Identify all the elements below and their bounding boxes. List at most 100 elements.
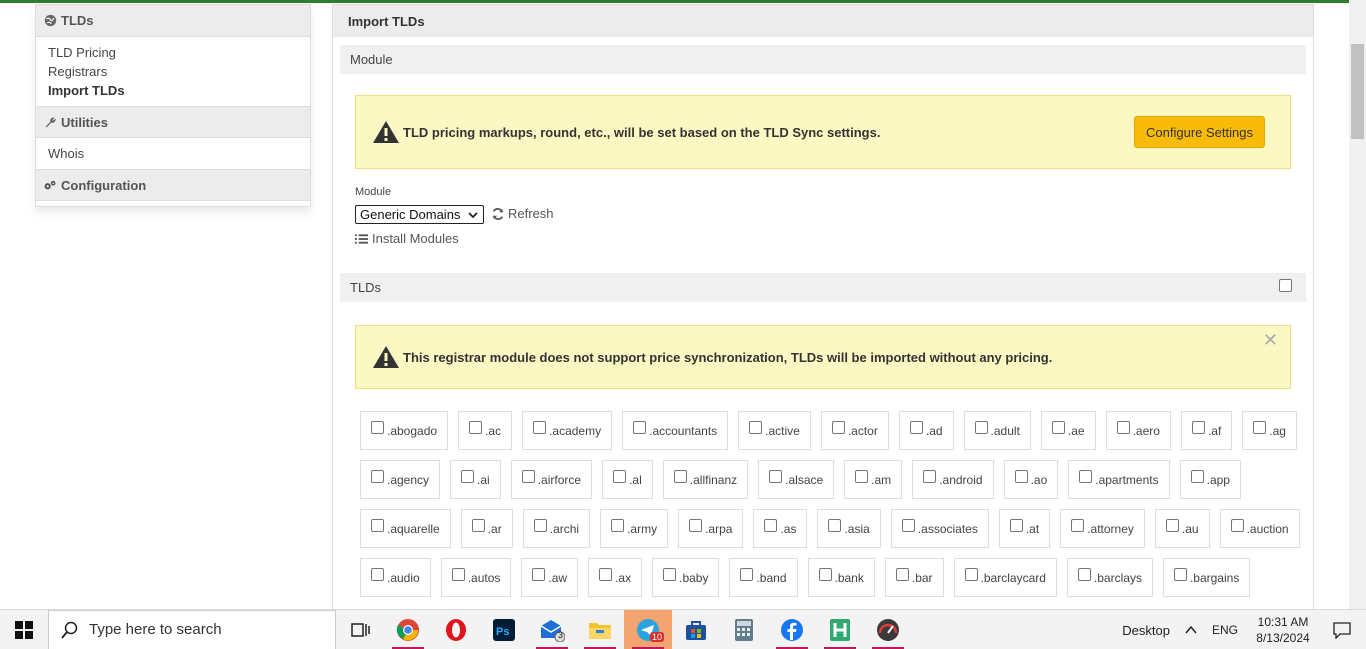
tld-option[interactable]: .ai	[450, 460, 501, 499]
configure-settings-button[interactable]: Configure Settings	[1134, 116, 1265, 148]
tld-checkbox[interactable]	[689, 519, 703, 532]
tld-checkbox[interactable]	[663, 568, 677, 581]
tld-checkbox[interactable]	[855, 470, 869, 483]
tld-checkbox[interactable]	[633, 421, 647, 434]
tld-option[interactable]: .baby	[652, 558, 720, 597]
tld-option[interactable]: .ar	[460, 509, 513, 548]
sidebar-item-tld-pricing[interactable]: TLD Pricing	[48, 43, 298, 62]
tld-option[interactable]: .asia	[817, 509, 881, 548]
tld-option[interactable]: .android	[912, 460, 994, 499]
tld-checkbox[interactable]	[1165, 519, 1179, 532]
scrollbar-thumb[interactable]	[1351, 44, 1364, 139]
tld-checkbox[interactable]	[769, 470, 783, 483]
sidebar-section-configuration[interactable]: Configuration	[36, 169, 310, 201]
tld-option[interactable]: .attorney	[1060, 509, 1145, 548]
tld-checkbox[interactable]	[533, 421, 547, 434]
tld-checkbox[interactable]	[901, 519, 915, 532]
tld-option[interactable]: .archi	[522, 509, 591, 548]
tld-checkbox[interactable]	[1051, 421, 1065, 434]
tld-checkbox[interactable]	[749, 421, 763, 434]
tld-option[interactable]: .abogado	[360, 411, 449, 450]
tld-option[interactable]: .ag	[1242, 411, 1297, 450]
tld-checkbox[interactable]	[371, 470, 384, 483]
chevron-up-icon[interactable]	[1184, 623, 1198, 637]
tld-checkbox[interactable]	[533, 519, 547, 532]
tld-option[interactable]: .army	[600, 509, 669, 548]
tld-checkbox[interactable]	[371, 568, 384, 581]
tld-checkbox[interactable]	[461, 470, 475, 483]
tld-option[interactable]: .apartments	[1068, 460, 1170, 499]
chrome-icon[interactable]	[384, 610, 432, 649]
tld-option[interactable]: .alsace	[758, 460, 835, 499]
module-select[interactable]: Generic Domains	[355, 205, 484, 224]
store-icon[interactable]	[672, 610, 720, 649]
tld-option[interactable]: .adult	[963, 411, 1031, 450]
close-icon[interactable]: ✕	[1263, 330, 1278, 351]
tld-checkbox[interactable]	[1079, 470, 1093, 483]
tld-option[interactable]: .barclays	[1066, 558, 1153, 597]
refresh-button[interactable]: Refresh	[491, 206, 554, 221]
tld-option[interactable]: .al	[602, 460, 653, 499]
tld-option[interactable]: .autos	[440, 558, 512, 597]
select-all-tlds-checkbox[interactable]	[1279, 279, 1292, 292]
mail-icon[interactable]: 3	[528, 610, 576, 649]
tld-option[interactable]: .bank	[807, 558, 875, 597]
install-modules-link[interactable]: Install Modules	[355, 231, 459, 246]
calculator-icon[interactable]	[720, 610, 768, 649]
sidebar-item-registrars[interactable]: Registrars	[48, 62, 298, 81]
tld-checkbox[interactable]	[599, 568, 613, 581]
tld-checkbox[interactable]	[764, 519, 778, 532]
tld-checkbox[interactable]	[1071, 519, 1085, 532]
tld-checkbox[interactable]	[1190, 470, 1204, 483]
tld-option[interactable]: .accountants	[622, 411, 729, 450]
tld-option[interactable]: .associates	[890, 509, 989, 548]
tld-option[interactable]: .au	[1154, 509, 1210, 548]
tld-checkbox[interactable]	[613, 470, 627, 483]
tld-checkbox[interactable]	[673, 470, 687, 483]
tld-checkbox[interactable]	[471, 519, 485, 532]
tld-option[interactable]: .agency	[360, 460, 441, 499]
tld-option[interactable]: .active	[738, 411, 811, 450]
tld-option[interactable]: .ac	[458, 411, 513, 450]
tld-option[interactable]: .band	[729, 558, 798, 597]
task-view-button[interactable]	[336, 610, 384, 649]
tld-checkbox[interactable]	[1253, 421, 1267, 434]
desktop-label[interactable]: Desktop	[1122, 623, 1170, 638]
tld-checkbox[interactable]	[964, 568, 978, 581]
tld-checkbox[interactable]	[532, 568, 546, 581]
tld-option[interactable]: .ax	[588, 558, 643, 597]
tld-option[interactable]: .bar	[884, 558, 944, 597]
tld-option[interactable]: .ao	[1003, 460, 1059, 499]
tld-checkbox[interactable]	[1116, 421, 1130, 434]
tld-checkbox[interactable]	[818, 568, 832, 581]
tld-option[interactable]: .app	[1179, 460, 1241, 499]
tld-checkbox[interactable]	[521, 470, 535, 483]
tld-checkbox[interactable]	[740, 568, 754, 581]
taskbar-clock[interactable]: 10:31 AM 8/13/2024	[1248, 614, 1318, 646]
tld-checkbox[interactable]	[923, 470, 937, 483]
tld-checkbox[interactable]	[1009, 519, 1023, 532]
tld-option[interactable]: .am	[844, 460, 903, 499]
tld-option[interactable]: .af	[1180, 411, 1233, 450]
taskbar-search[interactable]: Type here to search	[48, 609, 336, 649]
tld-option[interactable]: .allfinanz	[662, 460, 749, 499]
tld-checkbox[interactable]	[974, 421, 988, 434]
opera-icon[interactable]	[432, 610, 480, 649]
sidebar-item-whois[interactable]: Whois	[48, 144, 298, 163]
tld-checkbox[interactable]	[828, 519, 842, 532]
tld-checkbox[interactable]	[469, 421, 483, 434]
telegram-icon[interactable]: 10	[624, 609, 672, 649]
sidebar-section-tlds[interactable]: TLDs	[36, 5, 310, 37]
photoshop-icon[interactable]: Ps	[480, 610, 528, 649]
tld-checkbox[interactable]	[1173, 568, 1187, 581]
tld-option[interactable]: .barclaycard	[953, 558, 1057, 597]
tld-option[interactable]: .arpa	[678, 509, 744, 548]
tld-checkbox[interactable]	[1077, 568, 1091, 581]
tld-option[interactable]: .aero	[1105, 411, 1171, 450]
tld-checkbox[interactable]	[831, 421, 845, 434]
tld-option[interactable]: .as	[753, 509, 808, 548]
tld-option[interactable]: .ae	[1040, 411, 1096, 450]
tld-option[interactable]: .aw	[521, 558, 579, 597]
page-scrollbar[interactable]	[1349, 0, 1366, 609]
tld-checkbox[interactable]	[909, 421, 923, 434]
